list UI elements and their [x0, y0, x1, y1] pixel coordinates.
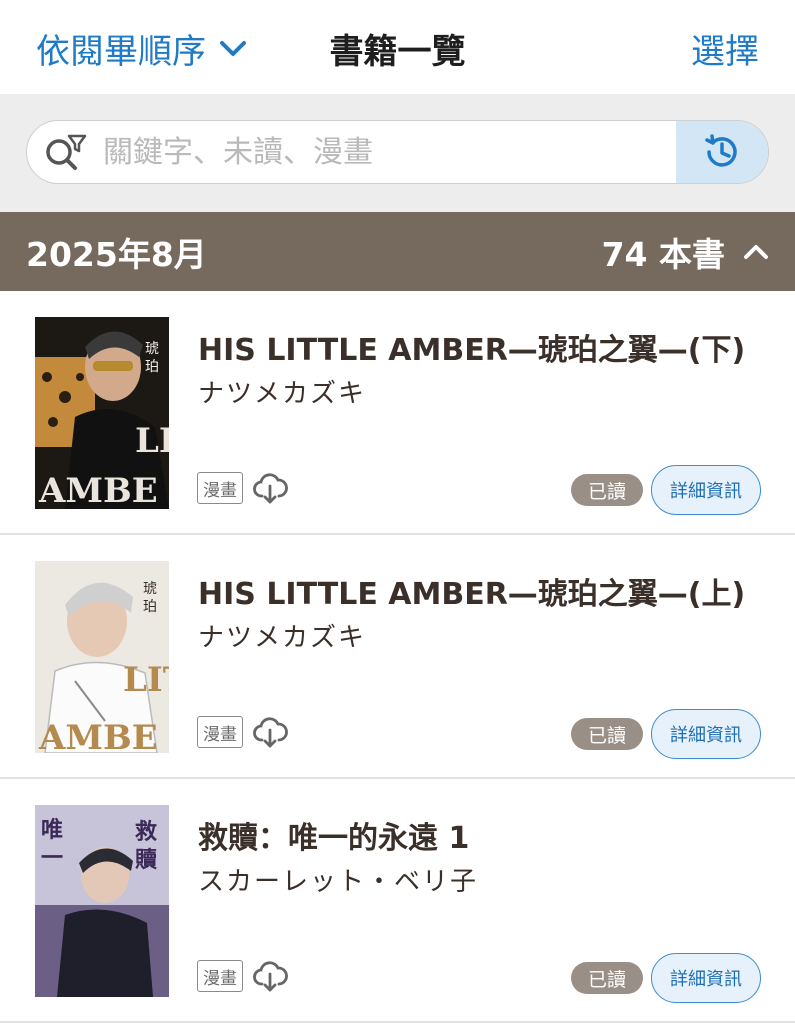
svg-text:AMBE: AMBE: [38, 471, 158, 509]
cloud-download-icon[interactable]: [252, 470, 288, 506]
book-type-badge: 漫畫: [197, 960, 243, 992]
book-cover[interactable]: 救 贖 唯 一: [35, 805, 169, 997]
book-author: スカーレット・ベリ子: [198, 867, 479, 897]
svg-text:珀: 珀: [145, 359, 159, 375]
section-month: 2025年8月: [26, 234, 207, 274]
history-icon: [705, 134, 737, 167]
section-count: 74 本書: [601, 234, 725, 274]
section-count-group: 74 本書: [602, 228, 769, 276]
history-button[interactable]: [676, 121, 768, 183]
search-bar: [26, 120, 769, 184]
search-area: [0, 94, 795, 212]
page-title: 書籍一覽: [329, 32, 466, 72]
book-cover[interactable]: LIT AMBE 琥 珀: [35, 317, 169, 509]
svg-text:琥: 琥: [143, 581, 157, 597]
svg-text:AMBE: AMBE: [38, 718, 158, 753]
book-author: ナツメカズキ: [198, 379, 367, 409]
read-status-badge: 已讀: [571, 962, 643, 994]
svg-text:唯: 唯: [41, 817, 63, 843]
cloud-download-icon[interactable]: [252, 714, 288, 750]
svg-text:琥: 琥: [145, 341, 159, 357]
read-status-badge: 已讀: [571, 718, 643, 750]
book-title: 救贖：唯一的永遠 1: [198, 821, 470, 856]
book-author: ナツメカズキ: [198, 623, 367, 653]
svg-text:LIT: LIT: [135, 421, 169, 461]
month-section-header[interactable]: 2025年8月 74 本書: [0, 212, 795, 291]
search-input[interactable]: [103, 121, 676, 183]
svg-text:LIT: LIT: [123, 660, 169, 700]
svg-text:救: 救: [135, 819, 157, 845]
book-type-badge: 漫畫: [197, 716, 243, 748]
book-type-badge: 漫畫: [197, 472, 243, 504]
book-title: HIS LITTLE AMBER—琥珀之翼—(上): [198, 577, 746, 612]
chevron-up-icon: [744, 244, 768, 259]
read-status-badge: 已讀: [571, 474, 643, 506]
book-item[interactable]: LIT AMBE 琥 珀 HIS LITTLE AMBER—琥珀之翼—(上) ナ…: [0, 535, 795, 779]
book-item[interactable]: LIT AMBE 琥 珀 HIS LITTLE AMBER—琥珀之翼—(下) ナ…: [0, 291, 795, 535]
detail-button[interactable]: 詳細資訊: [651, 953, 761, 1003]
svg-text:一: 一: [41, 845, 63, 871]
book-title: HIS LITTLE AMBER—琥珀之翼—(下): [198, 333, 746, 368]
search-filter-icon: [27, 121, 103, 183]
detail-button[interactable]: 詳細資訊: [651, 465, 761, 515]
book-item[interactable]: 救 贖 唯 一 救贖：唯一的永遠 1 スカーレット・ベリ子 漫畫 已讀 詳細資訊: [0, 779, 795, 1023]
book-cover[interactable]: LIT AMBE 琥 珀: [35, 561, 169, 753]
svg-text:珀: 珀: [143, 599, 157, 615]
select-button[interactable]: 選擇: [691, 24, 759, 73]
cloud-download-icon[interactable]: [252, 958, 288, 994]
detail-button[interactable]: 詳細資訊: [651, 709, 761, 759]
svg-text:贖: 贖: [135, 847, 157, 873]
top-bar: 依閱畢順序 書籍一覽 選擇: [0, 0, 795, 94]
